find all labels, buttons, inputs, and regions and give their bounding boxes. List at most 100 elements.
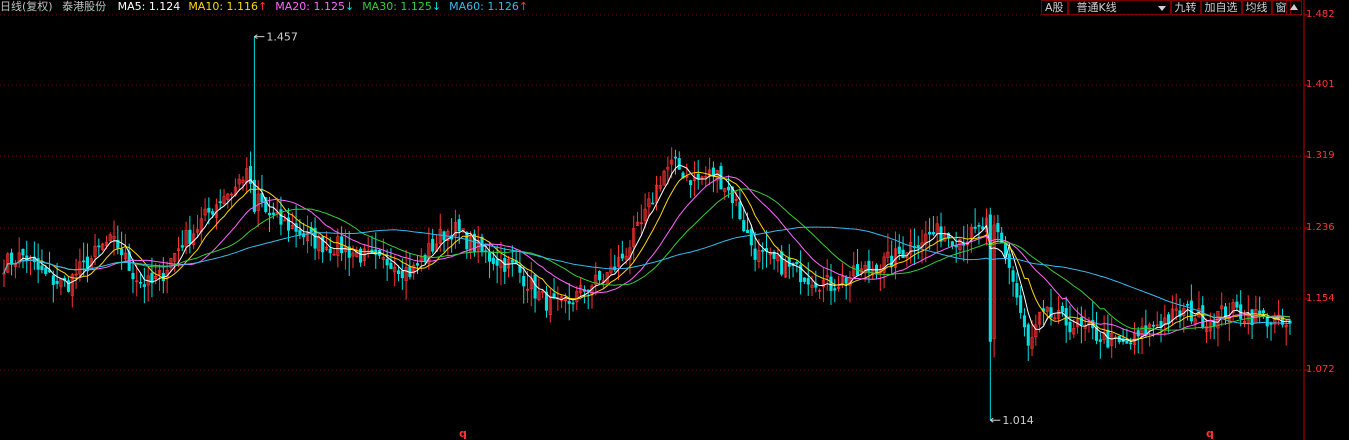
- candle-body: [711, 167, 715, 177]
- candle-body: [503, 258, 507, 272]
- candle-body: [844, 277, 848, 284]
- candle-body: [1019, 295, 1023, 313]
- candle-body: [495, 259, 499, 266]
- candle-body: [522, 276, 526, 287]
- candle-body: [396, 270, 401, 274]
- candle-body: [211, 211, 215, 215]
- candle-body: [1007, 253, 1011, 268]
- candle-body: [131, 272, 135, 280]
- kline-chart-window: 日线(复权) 泰港股份 MA5: 1.124 MA10: 1.116↑ MA20: …: [0, 0, 1349, 440]
- candle-body: [328, 248, 332, 254]
- y-tick-label: 1.072: [1306, 364, 1335, 375]
- candle-body: [901, 249, 905, 259]
- candle-body: [1011, 270, 1015, 282]
- candle-body: [510, 259, 514, 263]
- candle-body: [1167, 314, 1171, 324]
- candle-body: [472, 233, 476, 253]
- candle-body: [1098, 339, 1102, 342]
- candle-body: [1261, 310, 1265, 314]
- candle-body: [431, 238, 435, 252]
- candle-body: [1022, 315, 1027, 328]
- candle-body: [802, 277, 806, 282]
- candle-body: [890, 255, 894, 267]
- candle-body: [408, 266, 412, 277]
- candle-body: [188, 229, 192, 244]
- candle-body: [1015, 283, 1019, 298]
- candle-body: [97, 245, 101, 248]
- y-tick-label: 1.154: [1306, 293, 1335, 304]
- candle-body: [142, 284, 146, 287]
- candle-body: [988, 214, 992, 342]
- candle-body: [1129, 342, 1133, 345]
- candle-body: [727, 186, 731, 191]
- candle-body: [55, 280, 59, 284]
- candle-body: [21, 248, 25, 256]
- candle-body: [753, 248, 757, 260]
- candle-body: [40, 265, 44, 271]
- candle-body: [10, 252, 14, 265]
- candle-body: [1026, 324, 1030, 346]
- ma-line-ma20: [3, 175, 1291, 335]
- ma-line-ma10: [3, 171, 1291, 341]
- candle-body: [761, 250, 765, 252]
- candle-body: [1258, 310, 1262, 315]
- candle-body: [1235, 301, 1239, 308]
- event-marker-1[interactable]: q: [459, 428, 467, 439]
- candle-body: [651, 202, 655, 205]
- y-tick-label: 1.319: [1306, 150, 1335, 162]
- candle-body: [780, 251, 784, 275]
- candle-body: [795, 262, 799, 265]
- candle-body: [120, 248, 124, 256]
- candle-body: [298, 229, 302, 236]
- candle-body: [571, 302, 575, 305]
- candle-body: [833, 288, 837, 291]
- candle-body: [806, 278, 810, 285]
- candle-body: [271, 212, 275, 215]
- candle-body: [180, 245, 184, 248]
- candle-body: [82, 260, 86, 263]
- y-tick-label: 1.236: [1306, 222, 1335, 233]
- candle-body: [738, 201, 742, 220]
- candle-body: [749, 228, 753, 246]
- candle-body: [742, 220, 746, 232]
- y-tick-label: 1.401: [1306, 79, 1335, 91]
- candle-body: [950, 241, 954, 247]
- candle-body: [1186, 304, 1190, 306]
- candle-body: [977, 224, 981, 227]
- high-price-label: 1.457: [266, 31, 298, 44]
- candle-body: [423, 255, 427, 261]
- price-axis: 1.482 1.401 1.319 1.236 1.154 1.072: [1304, 0, 1349, 440]
- candle-body: [267, 212, 272, 216]
- candle-body: [996, 223, 1000, 233]
- candle-body: [1269, 322, 1273, 325]
- candle-body: [415, 263, 420, 266]
- candle-body: [673, 156, 678, 159]
- candle-body: [1125, 340, 1129, 344]
- candle-body: [598, 271, 602, 281]
- candle-body: [44, 267, 48, 275]
- y-tick-label: 1.482: [1306, 9, 1335, 20]
- candle-body: [1060, 305, 1064, 313]
- candle-body: [385, 258, 389, 266]
- event-marker-2[interactable]: q: [1206, 428, 1214, 439]
- candle-body: [491, 257, 495, 264]
- low-price-label: 1.014: [1002, 414, 1034, 427]
- candle-body: [457, 219, 461, 232]
- candle-body: [677, 158, 681, 170]
- candle-body: [207, 207, 211, 213]
- candle-body: [139, 281, 143, 284]
- candle-body: [1151, 324, 1155, 327]
- candle-body: [928, 231, 932, 235]
- candle-body: [973, 226, 977, 229]
- candle-body: [897, 246, 901, 254]
- ma-line-ma5: [3, 164, 1291, 343]
- candle-body: [488, 252, 492, 262]
- ma-line-ma30: [3, 188, 1291, 331]
- candle-body: [533, 274, 537, 299]
- candle-body: [745, 229, 750, 233]
- candle-body: [931, 232, 935, 235]
- candle-body: [620, 253, 624, 259]
- candle-body: [1068, 321, 1072, 333]
- candlestick-plot[interactable]: 1.457 1.014: [0, 0, 1349, 440]
- candle-body: [465, 231, 469, 250]
